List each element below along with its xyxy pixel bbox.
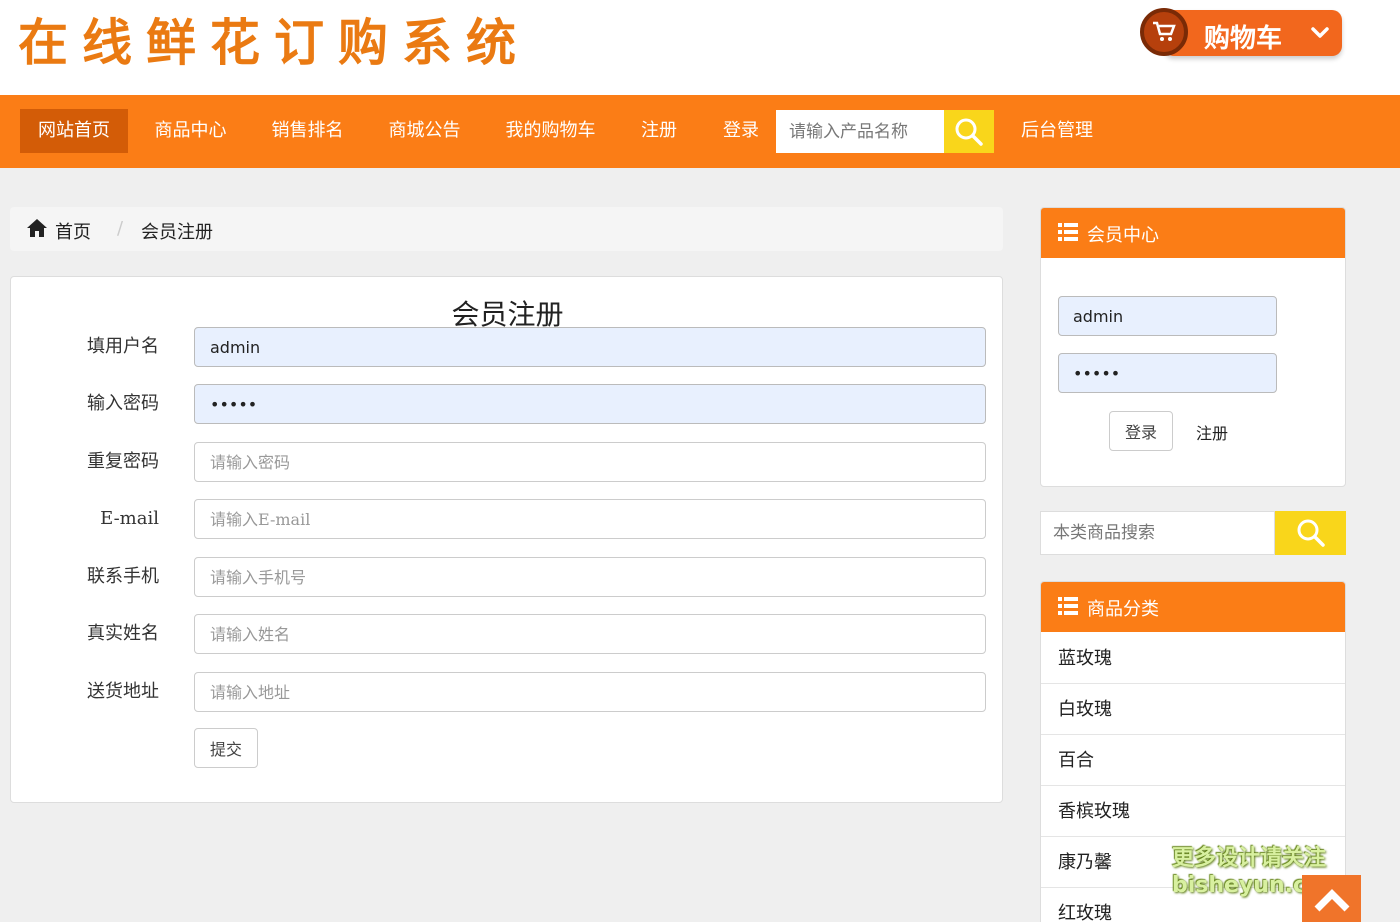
nav-item-login[interactable]: 登录 [710,109,772,153]
back-to-top-button[interactable] [1302,875,1361,922]
search-icon [955,118,983,146]
confirm-password-input[interactable] [194,442,986,482]
email-input[interactable] [194,499,986,539]
list-icon [1058,597,1078,619]
nav-item-announcements[interactable]: 商城公告 [377,109,472,153]
chevron-down-icon [1310,20,1330,48]
nav-item-register[interactable]: 注册 [628,109,690,153]
category-search-button[interactable] [1275,511,1346,555]
category-item-lily[interactable]: 百合 [1041,735,1345,786]
real-name-input[interactable] [194,614,986,654]
category-item-champagne-rose[interactable]: 香槟玫瑰 [1041,786,1345,837]
nav-item-home[interactable]: 网站首页 [20,109,128,153]
breadcrumb-separator: / [117,218,124,239]
category-header: 商品分类 [1041,582,1345,632]
address-input[interactable] [194,672,986,712]
site-header: 在线鲜花订购系统 购物车 [0,0,1400,95]
nav-item-products[interactable]: 商品中心 [143,109,238,153]
home-icon [26,218,48,242]
cart-icon [1140,8,1188,56]
submit-button[interactable]: 提交 [194,728,258,768]
password-label: 输入密码 [87,393,159,414]
real-name-label: 真实姓名 [87,623,159,644]
breadcrumb-current: 会员注册 [141,222,213,243]
nav-item-admin[interactable]: 后台管理 [1008,109,1106,153]
breadcrumb-home-link[interactable]: 首页 [55,218,91,244]
phone-input[interactable] [194,557,986,597]
registration-form: 会员注册 填用户名 输入密码 重复密码 E-mail 联系手机 真实姓名 送货地… [10,276,1003,803]
member-center-header: 会员中心 [1041,208,1345,258]
chevron-up-icon [1314,888,1349,911]
category-search-input[interactable] [1040,511,1275,555]
phone-label: 联系手机 [87,566,159,587]
category-item-white-rose[interactable]: 白玫瑰 [1041,684,1345,735]
sidebar-username-input[interactable] [1058,296,1277,336]
category-item-blue-rose[interactable]: 蓝玫瑰 [1041,633,1345,684]
member-center-title: 会员中心 [1087,225,1159,246]
site-logo[interactable]: 在线鲜花订购系统 [18,10,530,76]
password-input[interactable] [194,384,986,424]
list-icon [1058,223,1078,245]
nav-item-my-cart[interactable]: 我的购物车 [494,109,607,153]
username-input[interactable] [194,327,986,367]
nav-item-sales-ranking[interactable]: 销售排名 [260,109,355,153]
breadcrumb: 首页 / 会员注册 [10,207,1003,251]
search-icon [1297,519,1325,547]
cart-label: 购物车 [1204,24,1283,54]
address-label: 送货地址 [87,681,159,702]
product-search-button[interactable] [944,110,994,153]
username-label: 填用户名 [87,336,159,357]
watermark-line1: 更多设计请关注 [1172,846,1327,871]
main-nav: 网站首页 商品中心 销售排名 商城公告 我的购物车 注册 登录 后台管理 [0,95,1400,168]
category-title: 商品分类 [1087,599,1159,620]
confirm-password-label: 重复密码 [87,451,159,472]
sidebar-login-button[interactable]: 登录 [1109,411,1173,451]
cart-button[interactable]: 购物车 [1140,8,1343,58]
sidebar-register-link[interactable]: 注册 [1196,420,1228,444]
email-label: E-mail [100,508,159,529]
sidebar-password-input[interactable] [1058,353,1277,393]
product-search-input[interactable] [776,110,944,153]
member-center-panel: 会员中心 登录 注册 [1040,207,1346,487]
